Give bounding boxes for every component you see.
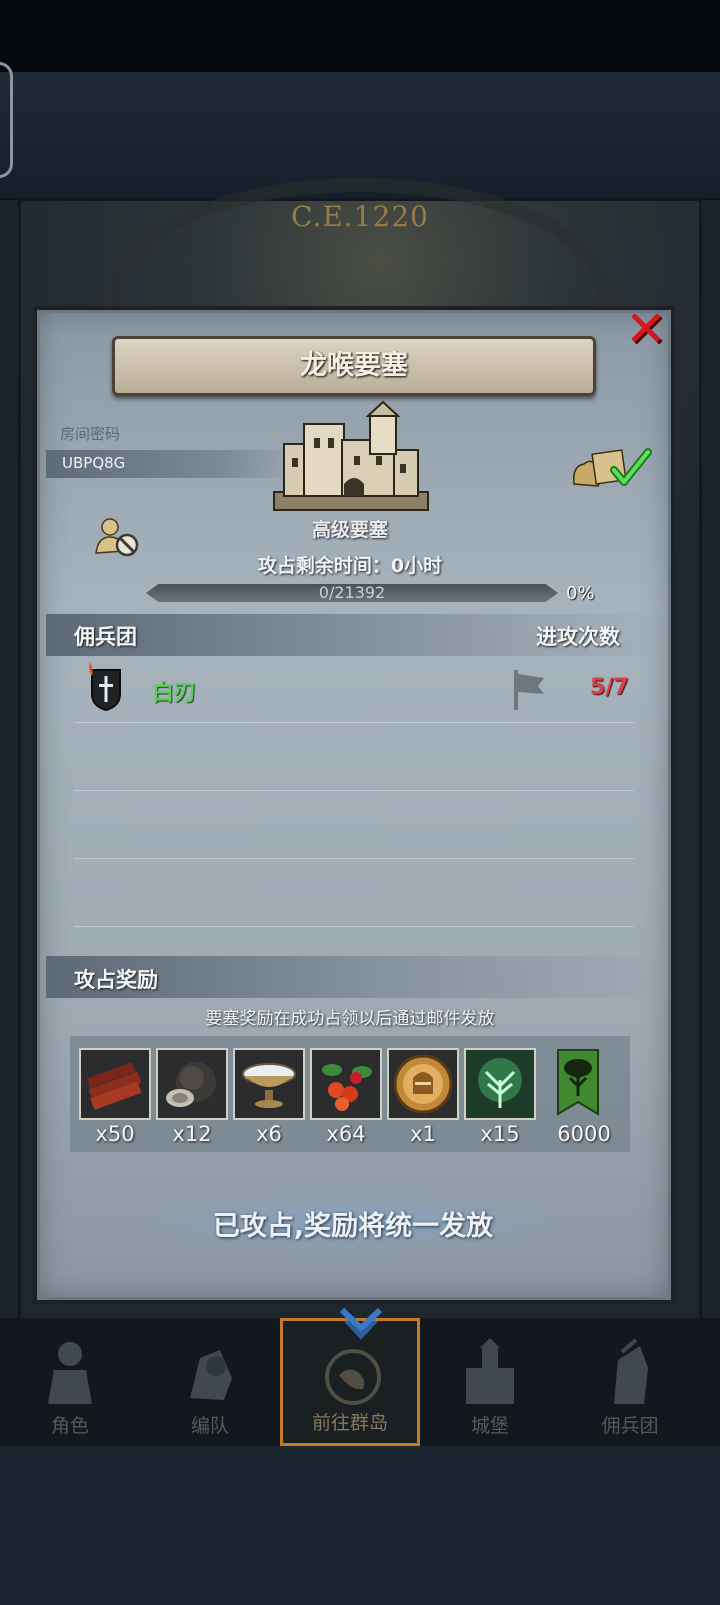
merc-section-title: 佣兵团 xyxy=(74,625,137,649)
green-tree-crest-icon xyxy=(466,1050,534,1118)
top-status-bar xyxy=(0,0,720,72)
reward-qty: x6 xyxy=(256,1122,282,1146)
mercenary-icon xyxy=(614,1338,648,1404)
reward-item[interactable] xyxy=(156,1048,228,1120)
nav-label: 角色 xyxy=(50,1415,89,1437)
remaining-time: 攻占剩余时间：0小时 xyxy=(257,555,443,577)
reward-item[interactable] xyxy=(464,1048,536,1120)
attack-count: 5/7 xyxy=(590,675,629,700)
reward-qty: x15 xyxy=(480,1122,520,1146)
row-divider xyxy=(74,926,634,927)
merc-name[interactable]: 白刃 xyxy=(152,675,196,707)
background-year: C.E.1220 xyxy=(291,200,429,233)
nav-formation[interactable]: 编队 xyxy=(140,1318,280,1446)
side-tab-handle[interactable] xyxy=(0,62,13,178)
character-icon xyxy=(48,1342,92,1404)
merc-shield-icon xyxy=(89,662,121,712)
nav-label: 编队 xyxy=(190,1415,229,1437)
reward-note: 要塞奖励在成功占领以后通过邮件发放 xyxy=(205,1009,495,1029)
row-divider xyxy=(74,858,634,859)
attack-count-header: 进攻次数 xyxy=(536,625,620,649)
reward-item[interactable] xyxy=(233,1048,305,1120)
room-password-label: 房间密码 xyxy=(60,425,121,443)
row-divider xyxy=(74,722,634,723)
reward-qty: x64 xyxy=(326,1122,366,1146)
reward-qty: x1 xyxy=(410,1122,436,1146)
flag-icon xyxy=(514,670,544,710)
reward-item[interactable] xyxy=(544,1048,616,1120)
capture-status-text: 已攻占,奖励将统一发放 xyxy=(212,1211,494,1242)
nav-castle[interactable]: 城堡 xyxy=(420,1318,560,1446)
capture-progress-percent: 0% xyxy=(566,583,595,604)
reward-qty: x12 xyxy=(172,1122,212,1146)
fortress-level: 高级要塞 xyxy=(311,519,388,541)
nav-label: 城堡 xyxy=(470,1415,509,1437)
row-divider xyxy=(74,790,634,791)
nav-label: 前往群岛 xyxy=(311,1412,388,1434)
wood-planks-icon xyxy=(86,1062,142,1110)
formation-icon xyxy=(190,1350,232,1400)
reward-qty: 6000 xyxy=(557,1122,611,1146)
castle-icon xyxy=(466,1338,514,1404)
tree-banner-icon xyxy=(557,1049,599,1116)
bottom-background xyxy=(0,1446,720,1605)
knight-coin-icon xyxy=(393,1054,453,1114)
room-code: UBPQ8G xyxy=(62,454,126,472)
archipelago-icon xyxy=(325,1349,381,1405)
nav-character[interactable]: 角色 xyxy=(0,1318,140,1446)
reward-qty: x50 xyxy=(95,1122,135,1146)
berries-icon xyxy=(322,1064,372,1111)
reward-section-title: 攻占奖励 xyxy=(74,968,158,992)
silver-bowl-icon xyxy=(242,1063,296,1108)
reward-item[interactable] xyxy=(310,1048,382,1120)
close-icon[interactable]: ✕ xyxy=(620,300,672,358)
chevron-down-icon xyxy=(339,1307,383,1340)
nav-mercenary[interactable]: 佣兵团 xyxy=(560,1318,700,1446)
dialog-title: 龙喉要塞 xyxy=(300,350,408,381)
reward-item[interactable] xyxy=(387,1048,459,1120)
fortress-icon xyxy=(273,400,429,511)
reward-item[interactable] xyxy=(79,1048,151,1120)
capture-progress-text: 0/21392 xyxy=(318,583,386,602)
nav-label: 佣兵团 xyxy=(601,1415,659,1437)
loot-collected-icon[interactable] xyxy=(570,444,652,490)
truffle-icon xyxy=(166,1062,216,1107)
